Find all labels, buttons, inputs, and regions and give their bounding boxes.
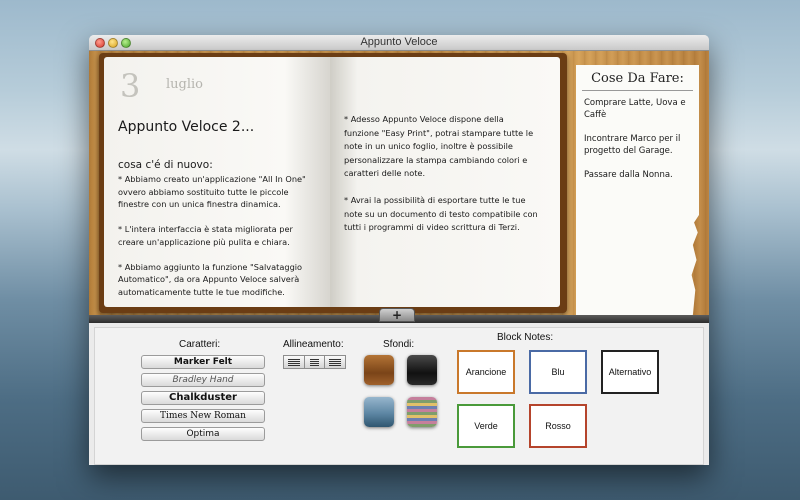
align-right-button[interactable] [324,355,347,369]
background-stripes-swatch[interactable] [407,397,437,427]
font-marker-felt-button[interactable]: Marker Felt [141,355,265,369]
settings-panel-inner: Caratteri: Marker Felt Bradley Hand Chal… [94,327,704,465]
window-title: Appunto Veloce [360,36,438,48]
backgrounds-label: Sfondi: [383,339,415,350]
align-left-button[interactable] [283,355,305,369]
note-month: luglio [166,77,203,92]
note-subtitle: cosa c'é di nuovo: [118,159,213,171]
note-day: 3 [120,67,141,105]
block-rosso-button[interactable]: Rosso [529,404,587,448]
font-times-new-roman-button[interactable]: Times New Roman [141,409,265,423]
background-black-swatch[interactable] [407,355,437,385]
align-center-button[interactable] [303,355,326,369]
font-chalkduster-button[interactable]: Chalkduster [141,391,265,405]
note-left-text[interactable]: * Abbiamo creato un'applicazione "All In… [118,173,328,298]
block-arancione-button[interactable]: Arancione [457,350,515,394]
app-window: Appunto Veloce 3 luglio Appunto Veloce 2… [89,35,709,465]
block-blu-button[interactable]: Blu [529,350,587,394]
alignment-control [283,355,347,369]
title-bar: Appunto Veloce [89,35,709,51]
alignment-label: Allineamento: [283,339,344,350]
block-notes-label: Block Notes: [497,332,554,343]
font-optima-button[interactable]: Optima [141,427,265,441]
settings-panel: Caratteri: Marker Felt Bradley Hand Chal… [89,323,709,465]
todo-list-text[interactable]: Comprare Latte, Uova e Caffè Incontrare … [576,91,699,187]
notebook: 3 luglio Appunto Veloce 2... cosa c'é di… [99,53,567,313]
todo-title: Cose Da Fare: [591,71,684,86]
note-title[interactable]: Appunto Veloce 2... [118,119,254,135]
font-bradley-hand-button[interactable]: Bradley Hand [141,373,265,387]
right-page[interactable]: * Adesso Appunto Veloce dispone della fu… [330,57,560,307]
block-verde-button[interactable]: Verde [457,404,515,448]
align-right-icon [329,359,342,366]
fonts-label: Caratteri: [179,339,221,350]
background-wood-swatch[interactable] [364,355,394,385]
block-alternativo-button[interactable]: Alternativo [601,350,659,394]
background-sea-swatch[interactable] [364,397,394,427]
todo-sheet[interactable]: Cose Da Fare: Comprare Latte, Uova e Caf… [576,65,699,315]
wood-background: 3 luglio Appunto Veloce 2... cosa c'é di… [89,51,709,315]
left-page[interactable]: 3 luglio Appunto Veloce 2... cosa c'é di… [104,57,330,307]
align-center-icon [309,359,320,366]
align-left-icon [288,359,300,366]
note-right-text[interactable]: * Adesso Appunto Veloce dispone della fu… [344,113,554,235]
add-note-button[interactable]: + [379,308,415,322]
